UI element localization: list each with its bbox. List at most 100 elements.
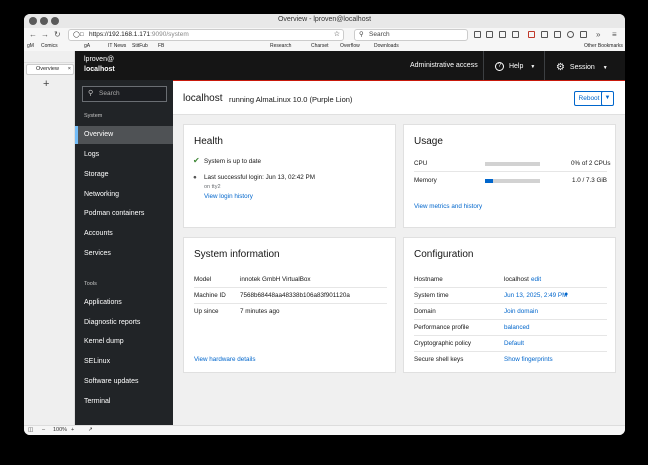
sidebar-item-overview[interactable]: Overview — [75, 126, 173, 144]
login-tty: on tty2 — [204, 184, 221, 190]
administrative-access-button[interactable]: Administrative access — [410, 62, 478, 69]
os-subtitle: running AlmaLinux 10.0 (Purple Lion) — [229, 95, 353, 104]
fullscreen-icon[interactable]: ↗ — [88, 426, 93, 435]
config-value: localhost — [504, 276, 529, 283]
zoom-level: 100% — [53, 427, 68, 433]
view-login-history-link[interactable]: View login history — [204, 193, 253, 200]
download-icon[interactable] — [474, 31, 481, 38]
info-label: Machine ID — [194, 292, 226, 299]
screenshot-icon[interactable] — [512, 31, 519, 38]
sidebar-search-placeholder: Search — [99, 90, 120, 97]
bookmark-item[interactable]: StitFub — [132, 42, 148, 51]
library-icon[interactable] — [486, 31, 493, 38]
crypto-policy-link[interactable]: Default — [504, 340, 524, 347]
status-bar: ◫ – 100% + ↗ — [24, 425, 625, 435]
sidebar-toggle-icon[interactable]: ◫ — [28, 426, 33, 435]
search-icon: ⚲ — [88, 90, 94, 97]
sidebar-item-accounts[interactable]: Accounts — [75, 225, 173, 243]
help-icon: ? — [495, 62, 504, 71]
sidebar-item-selinux[interactable]: SELinux — [75, 353, 173, 371]
edit-hostname-link[interactable]: edit — [531, 276, 541, 283]
sidebar-item-diagnostic-reports[interactable]: Diagnostic reports — [75, 314, 173, 332]
card-title: System information — [194, 249, 280, 260]
memory-label: Memory — [414, 177, 437, 184]
sidebar-item-applications[interactable]: Applications — [75, 294, 173, 312]
session-button[interactable]: ⚙ Session ▼ — [556, 62, 608, 73]
bookmark-item[interactable]: Research — [270, 42, 291, 51]
sidebar-item-terminal[interactable]: Terminal — [75, 393, 173, 411]
help-button[interactable]: ? Help ▼ — [495, 62, 535, 71]
extension-icon[interactable] — [541, 31, 548, 38]
sidebar-item-kernel-dump[interactable]: Kernel dump — [75, 333, 173, 351]
host-switcher[interactable]: lproven@ localhost — [75, 51, 173, 80]
search-icon: ⚲ — [359, 31, 364, 38]
bookmark-item[interactable]: Overflow — [340, 42, 360, 51]
bookmark-item[interactable]: IT News — [108, 42, 126, 51]
back-arrow-icon[interactable]: ← — [29, 30, 37, 40]
page-title: localhost — [183, 93, 223, 104]
zoom-out-button[interactable]: – — [42, 426, 45, 435]
tab-toolbar — [24, 51, 75, 63]
join-domain-link[interactable]: Join domain — [504, 308, 538, 315]
tab-overview[interactable]: Overview × — [26, 64, 74, 75]
bookmark-item[interactable]: Downloads — [374, 42, 399, 51]
menu-icon[interactable]: ≡ — [612, 30, 617, 40]
caret-down-icon: ▼ — [602, 65, 608, 72]
url-host: https://192.168.1.171 — [89, 31, 151, 38]
memory-usage-bar — [485, 179, 540, 183]
page-header: localhost running AlmaLinux 10.0 (Purple… — [173, 81, 625, 115]
browser-search-input[interactable]: ⚲ Search — [354, 29, 468, 41]
bookmark-item[interactable]: Other Bookmarks — [584, 42, 623, 51]
check-icon: ✔ — [193, 156, 200, 165]
divider — [194, 303, 387, 304]
sidebar-item-podman-containers[interactable]: Podman containers — [75, 205, 173, 223]
forward-arrow-icon[interactable]: → — [41, 30, 49, 40]
divider — [544, 51, 545, 80]
extension-box-icon[interactable] — [554, 31, 561, 38]
new-tab-plus-icon[interactable]: + — [43, 78, 49, 90]
sidebar-item-networking[interactable]: Networking — [75, 186, 173, 204]
info-label: Up since — [194, 308, 219, 315]
overflow-chevron-icon[interactable]: » — [596, 30, 600, 40]
zoom-in-button[interactable]: + — [71, 426, 74, 435]
bookmark-item[interactable]: Comics — [41, 42, 58, 51]
extension-red-icon[interactable] — [528, 31, 535, 38]
sidebar-search-input[interactable]: ⚲ Search — [82, 86, 167, 102]
performance-profile-link[interactable]: balanced — [504, 324, 530, 331]
bookmark-item[interactable]: FB — [158, 42, 164, 51]
config-label: Secure shell keys — [414, 356, 464, 363]
cockpit-sidebar: lproven@ localhost ⚲ Search System Overv… — [75, 51, 173, 425]
config-label: System time — [414, 292, 449, 299]
sidebar-item-software-updates[interactable]: Software updates — [75, 373, 173, 391]
divider — [483, 51, 484, 80]
sidebar-item-services[interactable]: Services — [75, 245, 173, 263]
sidebar-item-logs[interactable]: Logs — [75, 146, 173, 164]
bookmark-item[interactable]: gM — [27, 42, 34, 51]
view-metrics-link[interactable]: View metrics and history — [414, 203, 482, 210]
puzzle-icon[interactable] — [567, 31, 574, 38]
memory-usage-fill — [485, 179, 493, 183]
show-fingerprints-link[interactable]: Show fingerprints — [504, 356, 553, 363]
user-icon: ● — [193, 174, 197, 181]
info-circle-icon[interactable]: ● — [564, 291, 568, 298]
bookmark-item[interactable]: Charset — [311, 42, 329, 51]
view-hardware-details-link[interactable]: View hardware details — [194, 356, 256, 363]
help-label: Help — [508, 63, 524, 71]
system-time-link[interactable]: Jun 13, 2025, 2:49 PM — [504, 292, 567, 299]
usage-card: Usage CPU 0% of 2 CPUs Memory 1.0 / 7.3 … — [403, 124, 616, 228]
close-tab-icon[interactable]: × — [68, 65, 71, 74]
info-value: 7 minutes ago — [240, 308, 280, 315]
host-user: lproven@ — [84, 56, 115, 63]
bookmark-star-icon[interactable]: ☆ — [334, 30, 340, 40]
share-icon[interactable] — [580, 31, 587, 38]
sidebar-item-storage[interactable]: Storage — [75, 166, 173, 184]
session-label: Session — [569, 64, 595, 72]
gear-icon: ⚙ — [556, 62, 565, 73]
reload-icon[interactable]: ↻ — [54, 30, 61, 40]
reboot-dropdown-toggle[interactable]: ▼ — [601, 91, 614, 106]
url-bar[interactable]: ◯ □ https://192.168.1.171:9090/system ☆ — [68, 29, 344, 41]
reader-icon[interactable] — [499, 31, 506, 38]
sidebar-section-system: System — [84, 113, 103, 119]
navigation-toolbar: ← → ↻ ◯ □ https://192.168.1.171:9090/sys… — [24, 28, 625, 42]
bookmark-item[interactable]: gA — [84, 42, 90, 51]
